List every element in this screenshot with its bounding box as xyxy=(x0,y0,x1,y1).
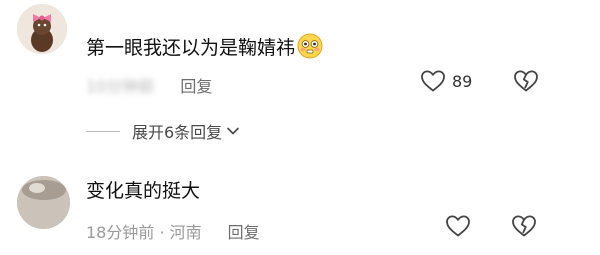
broken-heart-icon xyxy=(514,70,538,92)
like-button[interactable]: 89 xyxy=(420,69,472,93)
chevron-down-icon xyxy=(227,127,240,135)
reply-button[interactable]: 回复 xyxy=(180,77,212,96)
expand-replies-button[interactable]: 展开6条回复 xyxy=(86,119,241,143)
like-count: 89 xyxy=(452,71,473,91)
avatar-illustration xyxy=(17,4,67,54)
broken-heart-icon xyxy=(512,215,536,237)
avatar[interactable] xyxy=(17,176,70,229)
heart-icon xyxy=(421,70,445,92)
comment-time-location: 18分钟前 · 河南 xyxy=(86,223,202,242)
expand-replies-label: 展开6条回复 xyxy=(132,123,223,142)
flushed-face-emoji xyxy=(297,33,323,64)
comment-meta: 10分钟前 回复 xyxy=(86,73,212,97)
comment-time: 10分钟前 xyxy=(86,77,155,96)
avatar[interactable] xyxy=(17,4,67,54)
comment-text: 第一眼我还以为是鞠婧祎 xyxy=(86,33,323,64)
avatar-photo xyxy=(17,176,70,229)
dislike-button[interactable] xyxy=(511,214,537,242)
divider-line xyxy=(86,130,120,132)
reply-button[interactable]: 回复 xyxy=(228,223,260,242)
comment-meta: 18分钟前 · 河南 回复 xyxy=(86,219,260,243)
dislike-button[interactable] xyxy=(513,69,539,97)
like-button[interactable] xyxy=(445,214,471,238)
comment-text: 变化真的挺大 xyxy=(86,180,201,202)
heart-icon xyxy=(446,215,470,237)
